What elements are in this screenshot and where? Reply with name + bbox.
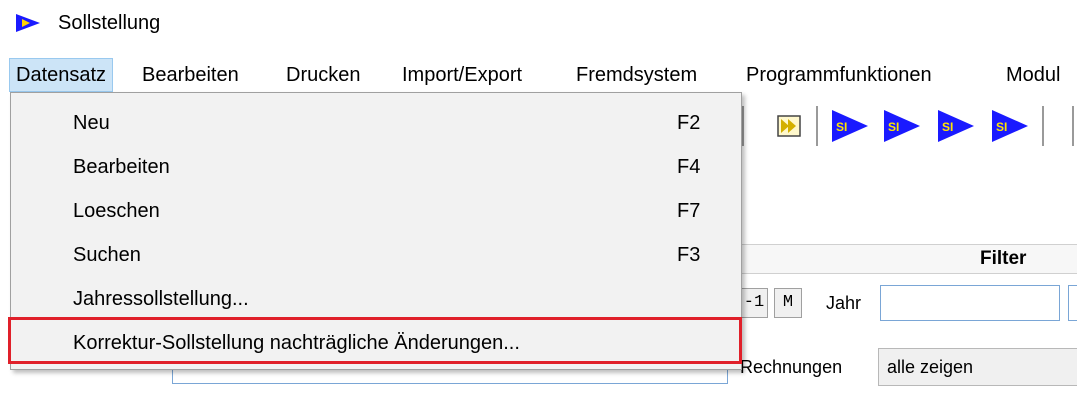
si-button-1[interactable]: SI [830,104,870,148]
rechnungen-select[interactable]: alle zeigen [878,348,1077,386]
rechnungen-label: Rechnungen [740,357,843,377]
menu-item-label: Bearbeiten [73,156,170,178]
si-button-3[interactable]: SI [936,104,976,148]
minus-one-button[interactable]: -1 [740,288,768,318]
svg-text:SI: SI [888,120,899,134]
menu-bar: Datensatz Bearbeiten Drucken Import/Expo… [0,58,1077,92]
menu-item-loeschen[interactable]: Loeschen F7 [11,189,741,233]
toolbar-separator [742,106,744,146]
menu-fremdsystem[interactable]: Fremdsystem [570,58,703,92]
menu-item-label: Loeschen [73,200,160,222]
window-title: Sollstellung [58,12,161,34]
shortcut-label: F4 [677,156,701,178]
si-arrow-icon: SI [938,110,974,142]
svg-text:SI: SI [836,120,847,134]
si-button-2[interactable]: SI [882,104,922,148]
si-arrow-icon: SI [992,110,1028,142]
menu-item-label: Jahressollstellung... [73,288,249,310]
shortcut-label: F2 [677,112,701,134]
menu-item-label: Neu [73,112,110,134]
title-bar: Sollstellung [0,0,1077,50]
svg-text:SI: SI [996,120,1007,134]
si-arrow-icon: SI [832,110,868,142]
toolbar-separator [1072,106,1074,146]
toolbar-separator [816,106,818,146]
menu-item-label: Suchen [73,244,141,266]
menu-drucken[interactable]: Drucken [280,58,366,92]
next-record-button[interactable] [770,104,810,148]
shortcut-label: F7 [677,200,701,222]
month-button[interactable]: M [774,288,802,318]
menu-import-export[interactable]: Import/Export [396,58,528,92]
menu-item-suchen[interactable]: Suchen F3 [11,233,741,277]
menu-item-bearbeiten[interactable]: Bearbeiten F4 [11,145,741,189]
toolbar: SI SI SI SI [740,96,1077,160]
menu-programmfunktionen[interactable]: Programmfunktionen [740,58,938,92]
jahr-label: Jahr [826,293,862,313]
shortcut-label: F3 [677,244,701,266]
si-arrow-icon: SI [884,110,920,142]
filter-title: Filter [980,248,1027,269]
menu-datensatz[interactable]: Datensatz [9,58,114,92]
highlight-box [8,317,742,364]
menu-item-neu[interactable]: Neu F2 [11,101,741,145]
next-record-icon [777,115,801,137]
menu-bearbeiten[interactable]: Bearbeiten [136,58,245,92]
menu-modul[interactable]: Modul [1000,58,1066,92]
jahr-input[interactable] [880,285,1060,321]
toolbar-separator [1042,106,1044,146]
si-button-4[interactable]: SI [990,104,1030,148]
svg-text:SI: SI [942,120,953,134]
app-arrow-icon [16,14,40,32]
menu-item-jahressollstellung[interactable]: Jahressollstellung... [11,277,741,321]
jahr-input-2[interactable] [1068,285,1077,321]
